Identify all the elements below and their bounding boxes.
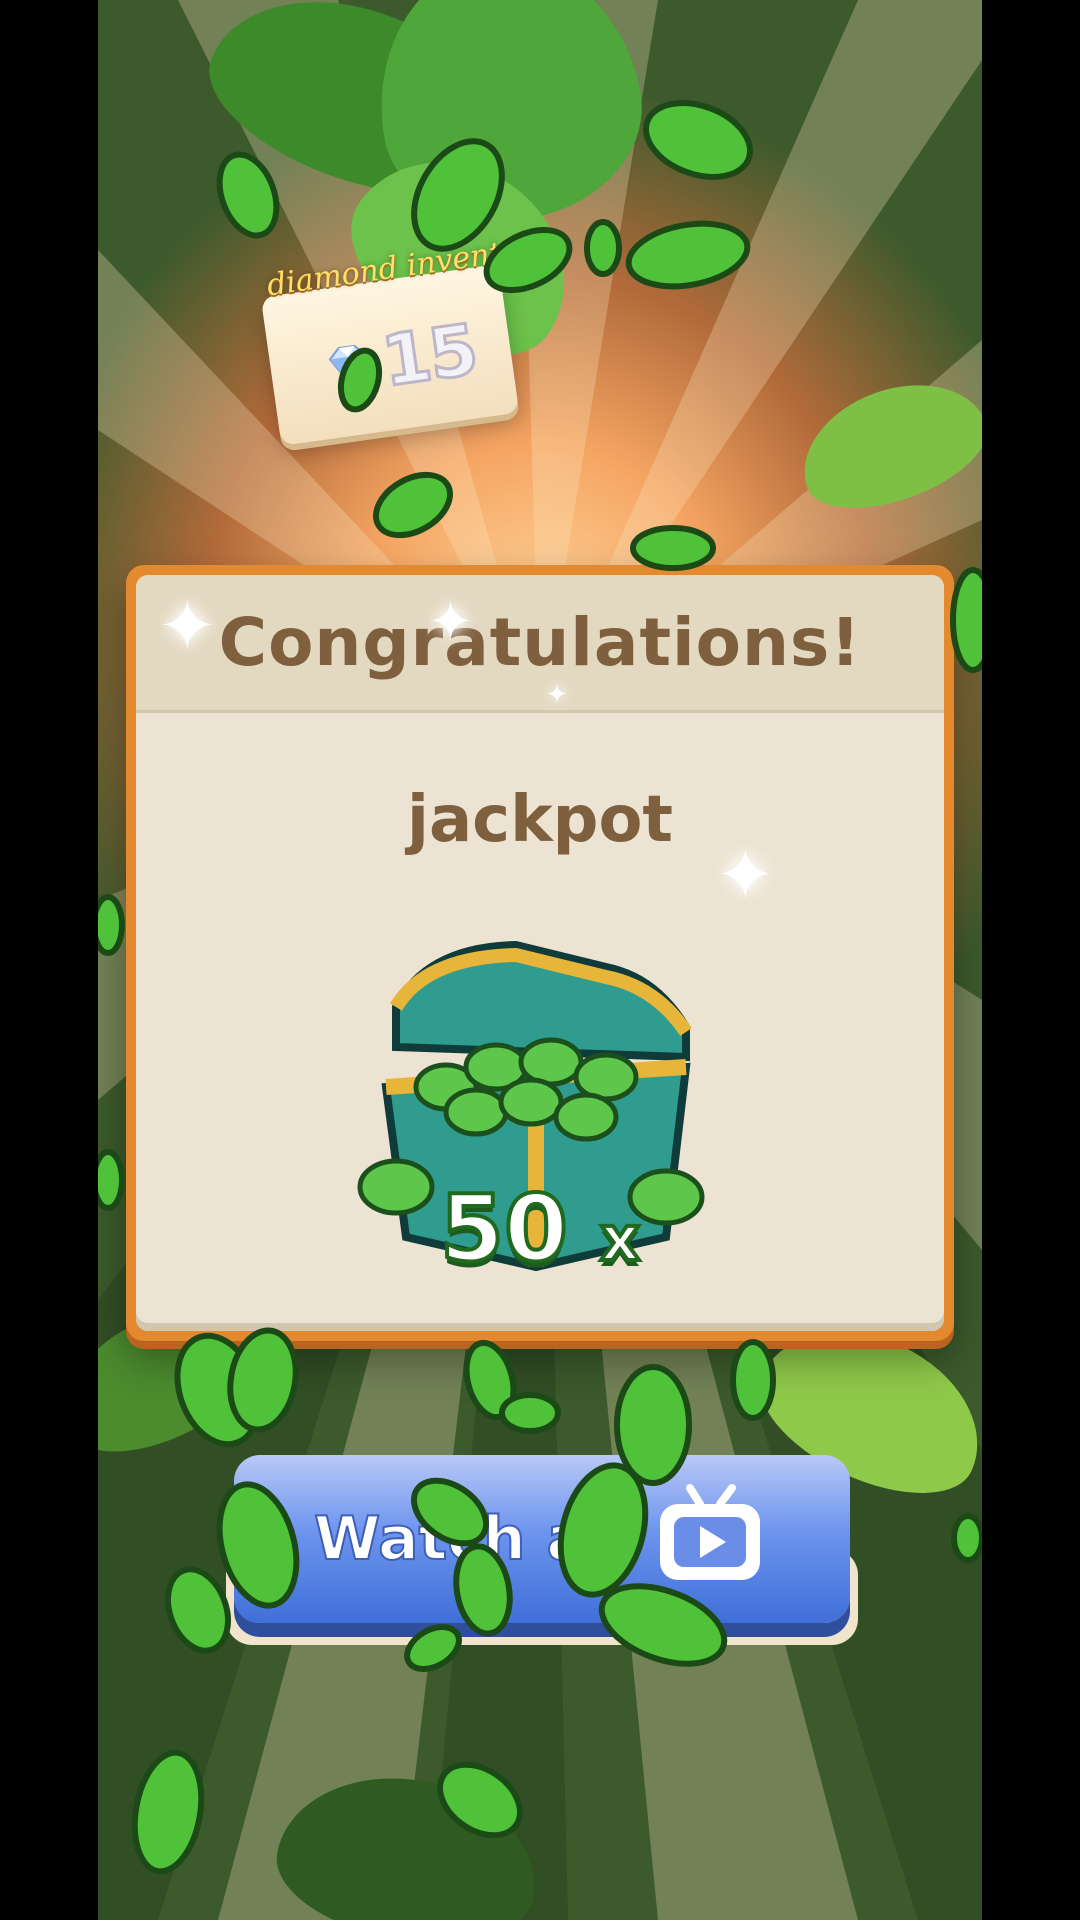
dialog-title: Congratulations! — [218, 604, 862, 681]
sparkle-icon: ✦ — [158, 585, 217, 667]
reward-dialog: Congratulations! jackpot 50 x — [126, 565, 954, 1341]
watch-ad-button[interactable]: Watch ad — [226, 1455, 858, 1665]
game-stage: diamond inventory 15 Congratulations! ja… — [98, 0, 982, 1920]
watch-ad-label: Watch ad — [313, 1503, 631, 1575]
prize-multiplier: 50 x — [136, 1173, 944, 1284]
diamond-inventory-row: 15 — [316, 307, 483, 411]
sparkle-icon: ✦ — [716, 834, 775, 916]
watch-ad-button-face[interactable]: Watch ad — [234, 1455, 850, 1623]
dialog-header: Congratulations! — [136, 575, 944, 713]
diamond-count: 15 — [376, 307, 483, 404]
sparkle-icon: ✦ — [428, 590, 474, 653]
multiplier-suffix: x — [598, 1200, 642, 1277]
multiplier-value: 50 — [438, 1173, 570, 1284]
tv-play-icon — [659, 1484, 760, 1580]
sparkle-icon: ✦ — [546, 680, 568, 710]
reward-dialog-body: Congratulations! jackpot 50 x — [136, 575, 944, 1331]
letterbox-right — [982, 0, 1080, 1920]
letterbox-left — [0, 0, 98, 1920]
diamond-icon — [328, 344, 367, 389]
prize-name: jackpot — [407, 783, 673, 857]
